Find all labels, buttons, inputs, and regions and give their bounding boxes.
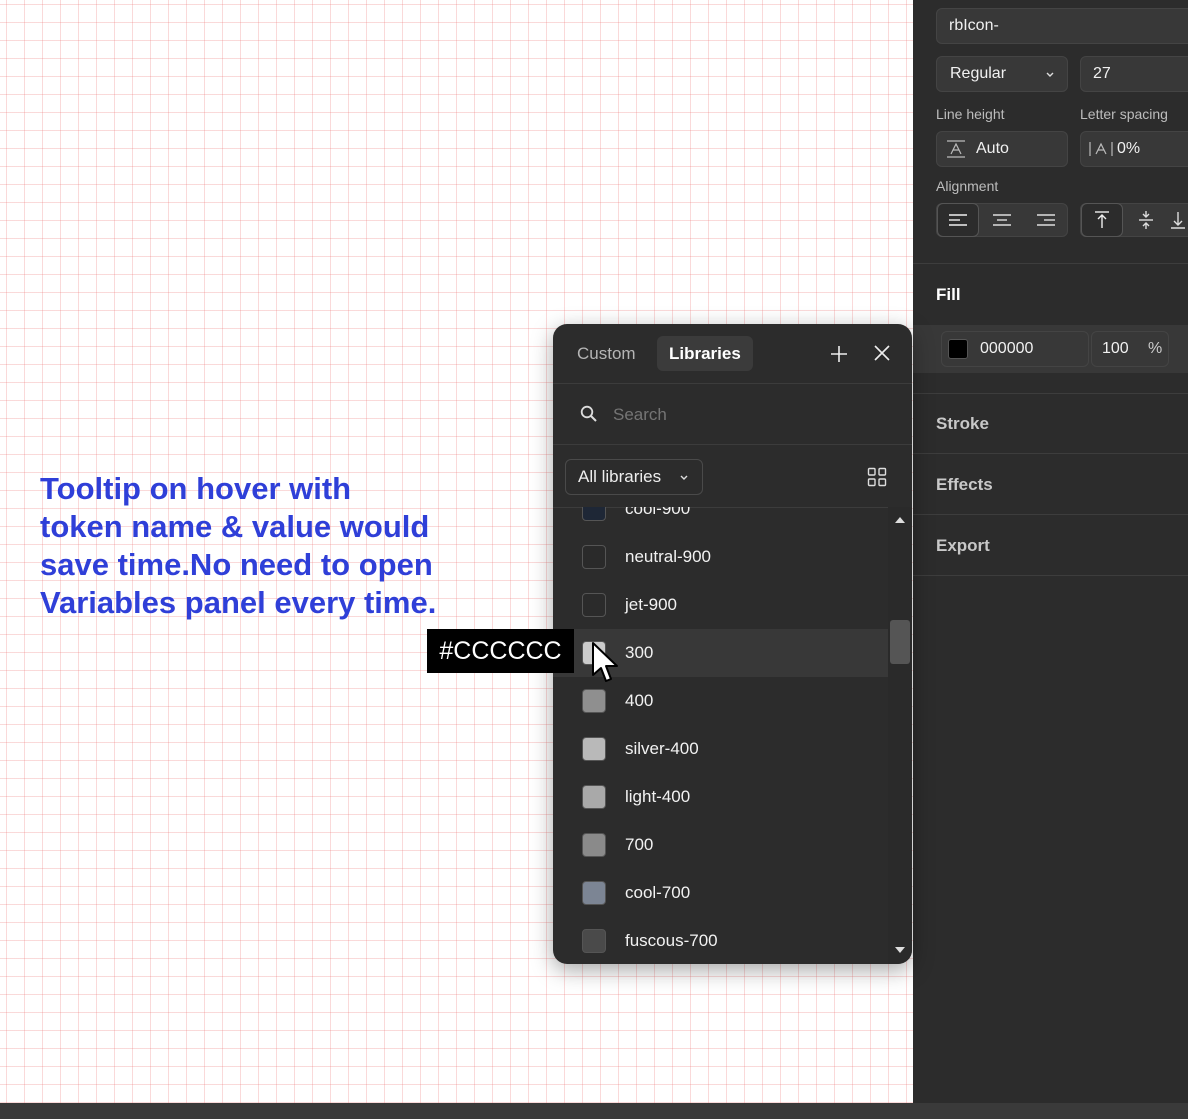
color-swatch[interactable]	[582, 881, 606, 905]
search-icon	[580, 405, 597, 422]
list-item-label: neutral-900	[625, 547, 712, 566]
fill-color-swatch[interactable]	[948, 339, 968, 359]
alignment-label: Alignment	[936, 178, 999, 194]
list-item-label: 300	[625, 643, 654, 662]
fill-opacity-field[interactable]: 100 %	[1091, 331, 1169, 367]
line-height-value: Auto	[976, 140, 1009, 157]
fill-section-title: Fill	[936, 285, 961, 304]
scroll-up-icon[interactable]	[894, 515, 906, 525]
color-swatch[interactable]	[582, 737, 606, 761]
font-family-field[interactable]: rbIcon-	[936, 8, 1188, 44]
list-item-label: silver-400	[625, 739, 699, 758]
tab-custom[interactable]: Custom	[565, 336, 648, 371]
section-divider	[913, 514, 1188, 515]
scrollbar[interactable]	[888, 507, 912, 964]
align-middle-button[interactable]	[1125, 203, 1167, 237]
align-center-icon	[993, 214, 1011, 226]
color-swatch[interactable]	[582, 545, 606, 569]
color-swatch[interactable]	[582, 833, 606, 857]
scrollbar-thumb[interactable]	[890, 620, 910, 664]
align-bottom-icon	[1171, 212, 1185, 229]
popover-header: Custom Libraries	[553, 324, 912, 384]
section-divider	[913, 453, 1188, 454]
list-item-label: 700	[625, 835, 654, 854]
fill-opacity-unit: %	[1148, 340, 1163, 357]
list-item-label: cool-700	[625, 883, 691, 902]
color-swatch[interactable]	[582, 507, 606, 521]
stroke-section-title[interactable]: Stroke	[936, 414, 989, 434]
align-left-icon	[949, 214, 967, 226]
list-item[interactable]: neutral-900	[553, 533, 889, 581]
tab-custom-label: Custom	[577, 343, 636, 363]
properties-panel: rbIcon- Regular 27 Line height Letter sp…	[913, 0, 1188, 1103]
list-item-label: cool-900	[625, 507, 691, 518]
library-filter-dropdown[interactable]: All libraries	[565, 459, 703, 495]
fill-color-field[interactable]: 000000	[941, 331, 1089, 367]
export-section-title[interactable]: Export	[936, 536, 990, 556]
fill-hex-value: 000000	[980, 340, 1034, 357]
letter-spacing-label: Letter spacing	[1080, 106, 1168, 122]
font-family-value: rbIcon-	[949, 17, 999, 34]
list-item[interactable]: 700	[553, 821, 889, 869]
line-height-icon	[947, 140, 965, 158]
list-item[interactable]: light-400	[553, 773, 889, 821]
list-item[interactable]: fuscous-700	[553, 917, 889, 964]
letter-spacing-value: 0%	[1117, 140, 1141, 157]
list-item[interactable]: jet-900	[553, 581, 889, 629]
align-bottom-button[interactable]	[1169, 203, 1188, 237]
scroll-down-icon[interactable]	[894, 945, 906, 955]
tab-libraries-label: Libraries	[669, 343, 741, 363]
mouse-cursor-icon	[592, 642, 618, 682]
close-icon[interactable]	[874, 345, 890, 361]
letter-spacing-field[interactable]: 0%	[1080, 131, 1188, 167]
annotation-note: Tooltip on hover with token name & value…	[40, 471, 437, 620]
section-divider	[913, 575, 1188, 576]
font-weight-value: Regular	[950, 65, 1007, 82]
list-item[interactable]: silver-400	[553, 725, 889, 773]
font-size-value: 27	[1093, 65, 1111, 82]
search-input[interactable]	[611, 399, 895, 431]
color-swatch[interactable]	[582, 689, 606, 713]
letter-spacing-icon	[1089, 142, 1113, 156]
align-top-icon	[1095, 211, 1109, 228]
fill-opacity-value: 100	[1102, 340, 1129, 357]
tooltip-text: #CCCCCC	[439, 636, 562, 665]
list-item-label: 400	[625, 691, 654, 710]
align-right-icon	[1037, 214, 1055, 226]
align-right-button[interactable]	[1025, 203, 1067, 237]
font-weight-dropdown[interactable]: Regular	[936, 56, 1068, 92]
list-item-label: fuscous-700	[625, 931, 718, 950]
list-item[interactable]: cool-900	[553, 507, 889, 533]
popover-filter-bar: All libraries	[553, 445, 912, 508]
font-size-field[interactable]: 27	[1080, 56, 1188, 92]
grid-view-icon[interactable]	[867, 467, 887, 487]
library-color-list: cool-900 neutral-900 jet-900 300 400 silver-4…	[553, 507, 889, 964]
align-center-button[interactable]	[981, 203, 1023, 237]
plus-icon[interactable]	[830, 345, 848, 363]
color-swatch[interactable]	[582, 785, 606, 809]
section-divider	[913, 263, 1188, 264]
list-item[interactable]: cool-700	[553, 869, 889, 917]
effects-section-title[interactable]: Effects	[936, 475, 993, 495]
popover-search	[553, 384, 912, 445]
color-swatch[interactable]	[582, 929, 606, 953]
section-divider	[913, 393, 1188, 394]
list-item-label: jet-900	[625, 595, 677, 614]
list-item-label: light-400	[625, 787, 691, 806]
bottom-bar	[0, 1103, 1188, 1119]
align-left-button[interactable]	[937, 203, 979, 237]
line-height-field[interactable]: Auto	[936, 131, 1068, 167]
chevron-down-icon	[1046, 72, 1054, 77]
color-value-tooltip: #CCCCCC	[427, 629, 574, 673]
color-swatch[interactable]	[582, 593, 606, 617]
tab-libraries[interactable]: Libraries	[657, 336, 753, 371]
chevron-down-icon	[680, 475, 688, 480]
library-color-list-inner: cool-900 neutral-900 jet-900 300 400 silver-4…	[553, 507, 889, 964]
line-height-label: Line height	[936, 106, 1005, 122]
library-filter-value: All libraries	[578, 467, 662, 486]
align-top-button[interactable]	[1081, 203, 1123, 237]
align-middle-icon	[1139, 211, 1153, 229]
